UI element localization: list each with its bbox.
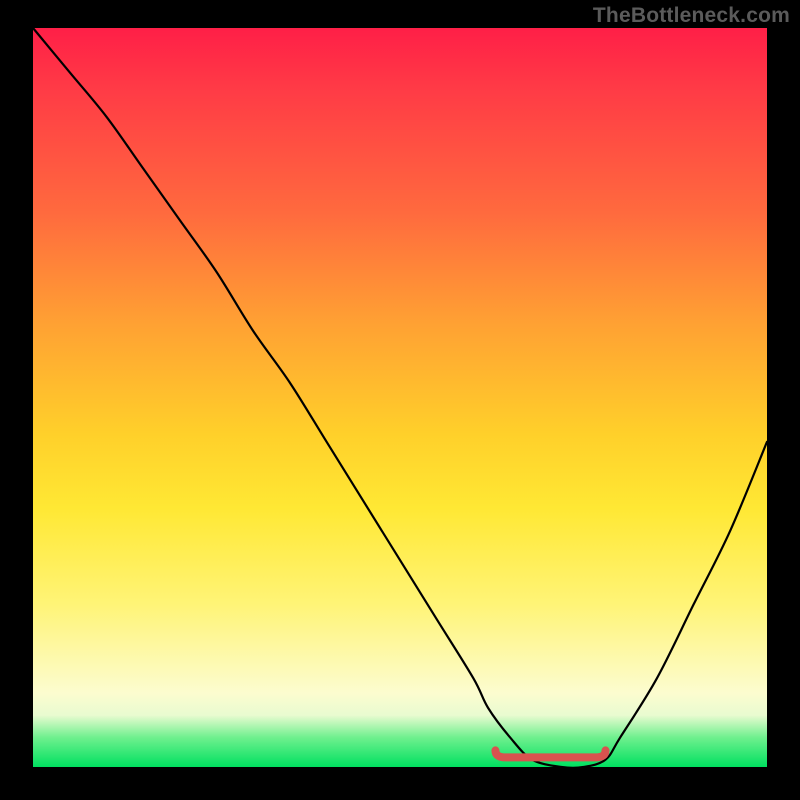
outer-frame: TheBottleneck.com (0, 0, 800, 800)
gradient-plot-area (33, 28, 767, 767)
bottleneck-curve (33, 28, 767, 768)
watermark-text: TheBottleneck.com (593, 4, 790, 28)
optimum-marker (495, 750, 605, 757)
chart-svg (33, 28, 767, 767)
